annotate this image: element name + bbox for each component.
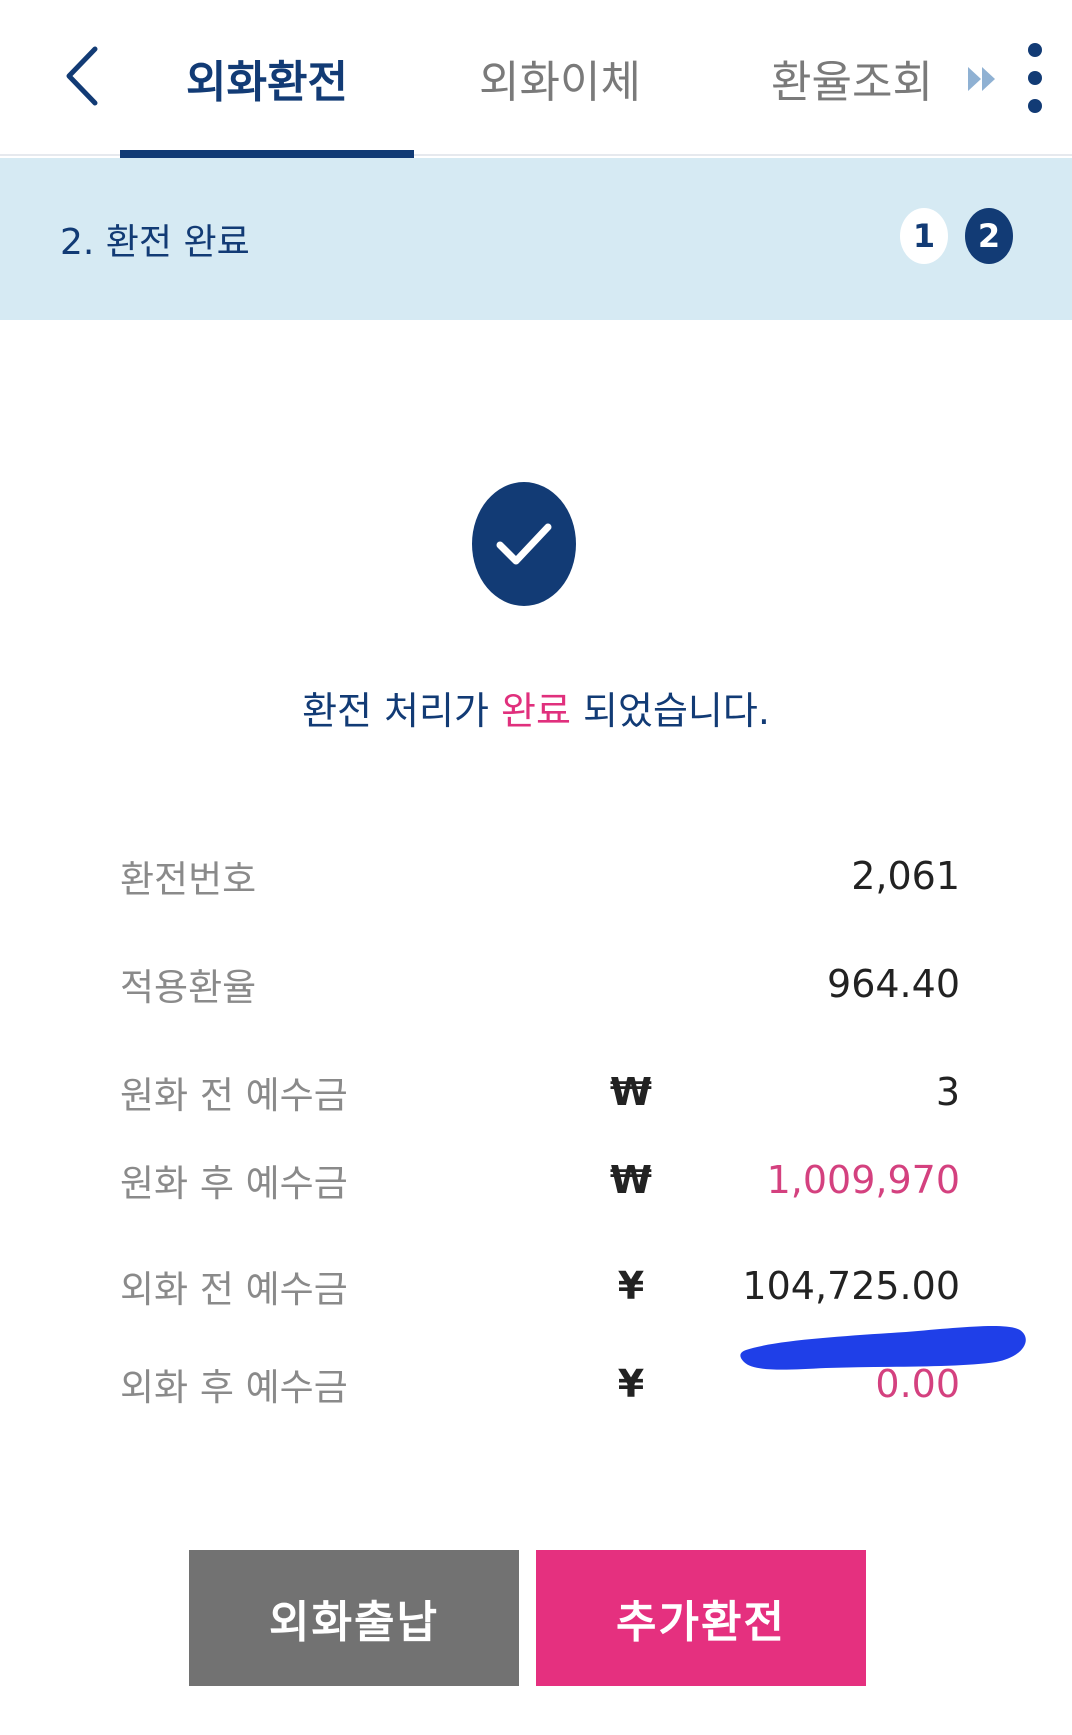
yen-currency-symbol: ¥ <box>617 1362 645 1406</box>
detail-label: 외화 후 예수금 <box>120 1366 348 1409</box>
step-indicator-1: 1 <box>900 208 948 264</box>
detail-label: 환전번호 <box>120 858 257 901</box>
fx-deposit-withdraw-button[interactable]: 외화출납 <box>189 1550 519 1686</box>
additional-exchange-button[interactable]: 추가환전 <box>536 1550 866 1686</box>
detail-label: 원화 전 예수금 <box>120 1074 348 1117</box>
detail-value: 1,009,970 <box>766 1158 960 1202</box>
message-text-after: 되었습니다. <box>570 689 770 733</box>
detail-value: 3 <box>935 1070 960 1114</box>
detail-value: 104,725.00 <box>742 1264 960 1308</box>
top-navigation: 외화환전 외화이체 환율조회 <box>0 0 1072 158</box>
kebab-menu-icon <box>1028 43 1042 113</box>
more-tabs-button[interactable] <box>968 62 1002 96</box>
detail-label: 외화 전 예수금 <box>120 1268 348 1311</box>
detail-row-fx-before: 외화 전 예수금 ¥ 104,725.00 <box>120 1256 960 1316</box>
yen-currency-symbol: ¥ <box>617 1264 645 1308</box>
detail-row-exchange-number: 환전번호 2,061 <box>120 846 960 906</box>
won-currency-symbol: ₩ <box>610 1070 652 1114</box>
completion-message: 환전 처리가 완료 되었습니다. <box>0 680 1072 735</box>
detail-row-krw-before: 원화 전 예수금 ₩ 3 <box>120 1062 960 1122</box>
tab-fx-exchange[interactable]: 외화환전 <box>120 0 414 158</box>
tab-exchange-rate[interactable]: 환율조회 <box>752 0 952 156</box>
double-chevron-right-icon <box>968 67 995 91</box>
detail-label: 원화 후 예수금 <box>120 1162 348 1205</box>
won-currency-symbol: ₩ <box>610 1158 652 1202</box>
kebab-menu-button[interactable] <box>1022 40 1048 116</box>
message-text-before: 환전 처리가 <box>302 689 502 733</box>
detail-row-applied-rate: 적용환율 964.40 <box>120 954 960 1014</box>
step-banner: 2. 환전 완료 1 2 <box>0 158 1072 320</box>
chevron-left-icon <box>66 46 98 106</box>
back-button[interactable] <box>52 40 112 112</box>
detail-row-krw-after: 원화 후 예수금 ₩ 1,009,970 <box>120 1150 960 1210</box>
detail-value: 964.40 <box>827 962 960 1006</box>
detail-label: 적용환율 <box>120 966 257 1009</box>
redaction-scribble <box>740 1326 1026 1370</box>
check-circle-icon <box>472 482 576 606</box>
tab-fx-transfer[interactable]: 외화이체 <box>460 0 660 156</box>
message-highlight: 완료 <box>501 689 571 733</box>
detail-value: 2,061 <box>851 854 960 898</box>
step-indicator-2: 2 <box>965 208 1013 264</box>
step-title: 2. 환전 완료 <box>60 222 250 263</box>
